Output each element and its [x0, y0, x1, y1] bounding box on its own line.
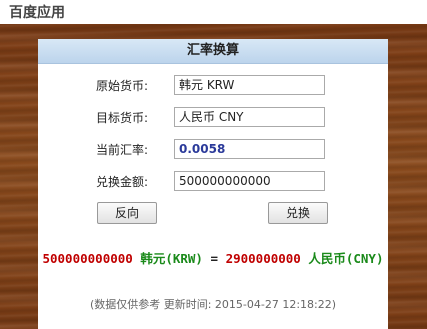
app-title: 百度应用: [9, 5, 65, 21]
result-equals-sign: =: [210, 251, 219, 266]
amount-input[interactable]: 500000000000: [174, 171, 325, 191]
panel-header: 汇率换算: [38, 39, 388, 64]
target-currency-label: 目标货币:: [96, 111, 149, 125]
result-to-amount: 2900000000: [225, 251, 301, 266]
exchange-rate-field[interactable]: 0.0058: [174, 139, 325, 159]
exchange-rate-label: 当前汇率:: [96, 143, 149, 157]
converter-panel: 汇率换算 原始货币: 韩元 KRW 目标货币: 人民币 CNY 当前汇率: 0.…: [38, 39, 388, 329]
reverse-button[interactable]: 反向: [97, 202, 157, 224]
result-from-currency: 韩元(KRW): [140, 251, 203, 266]
update-time-note: (数据仅供参考 更新时间: 2015-04-27 12:18:22): [89, 298, 337, 311]
app-header: 百度应用: [0, 0, 427, 24]
source-currency-label: 原始货币:: [96, 79, 149, 93]
source-currency-field[interactable]: 韩元 KRW: [174, 75, 325, 95]
conversion-result: 500000000000 韩元(KRW) = 2900000000 人民币(CN…: [38, 250, 388, 267]
result-to-currency: 人民币(CNY): [308, 251, 384, 266]
convert-button[interactable]: 兑换: [268, 202, 328, 224]
amount-label: 兑换金额:: [96, 175, 149, 189]
panel-title: 汇率换算: [186, 43, 239, 58]
result-from-amount: 500000000000: [42, 251, 133, 266]
target-currency-field[interactable]: 人民币 CNY: [174, 107, 325, 127]
